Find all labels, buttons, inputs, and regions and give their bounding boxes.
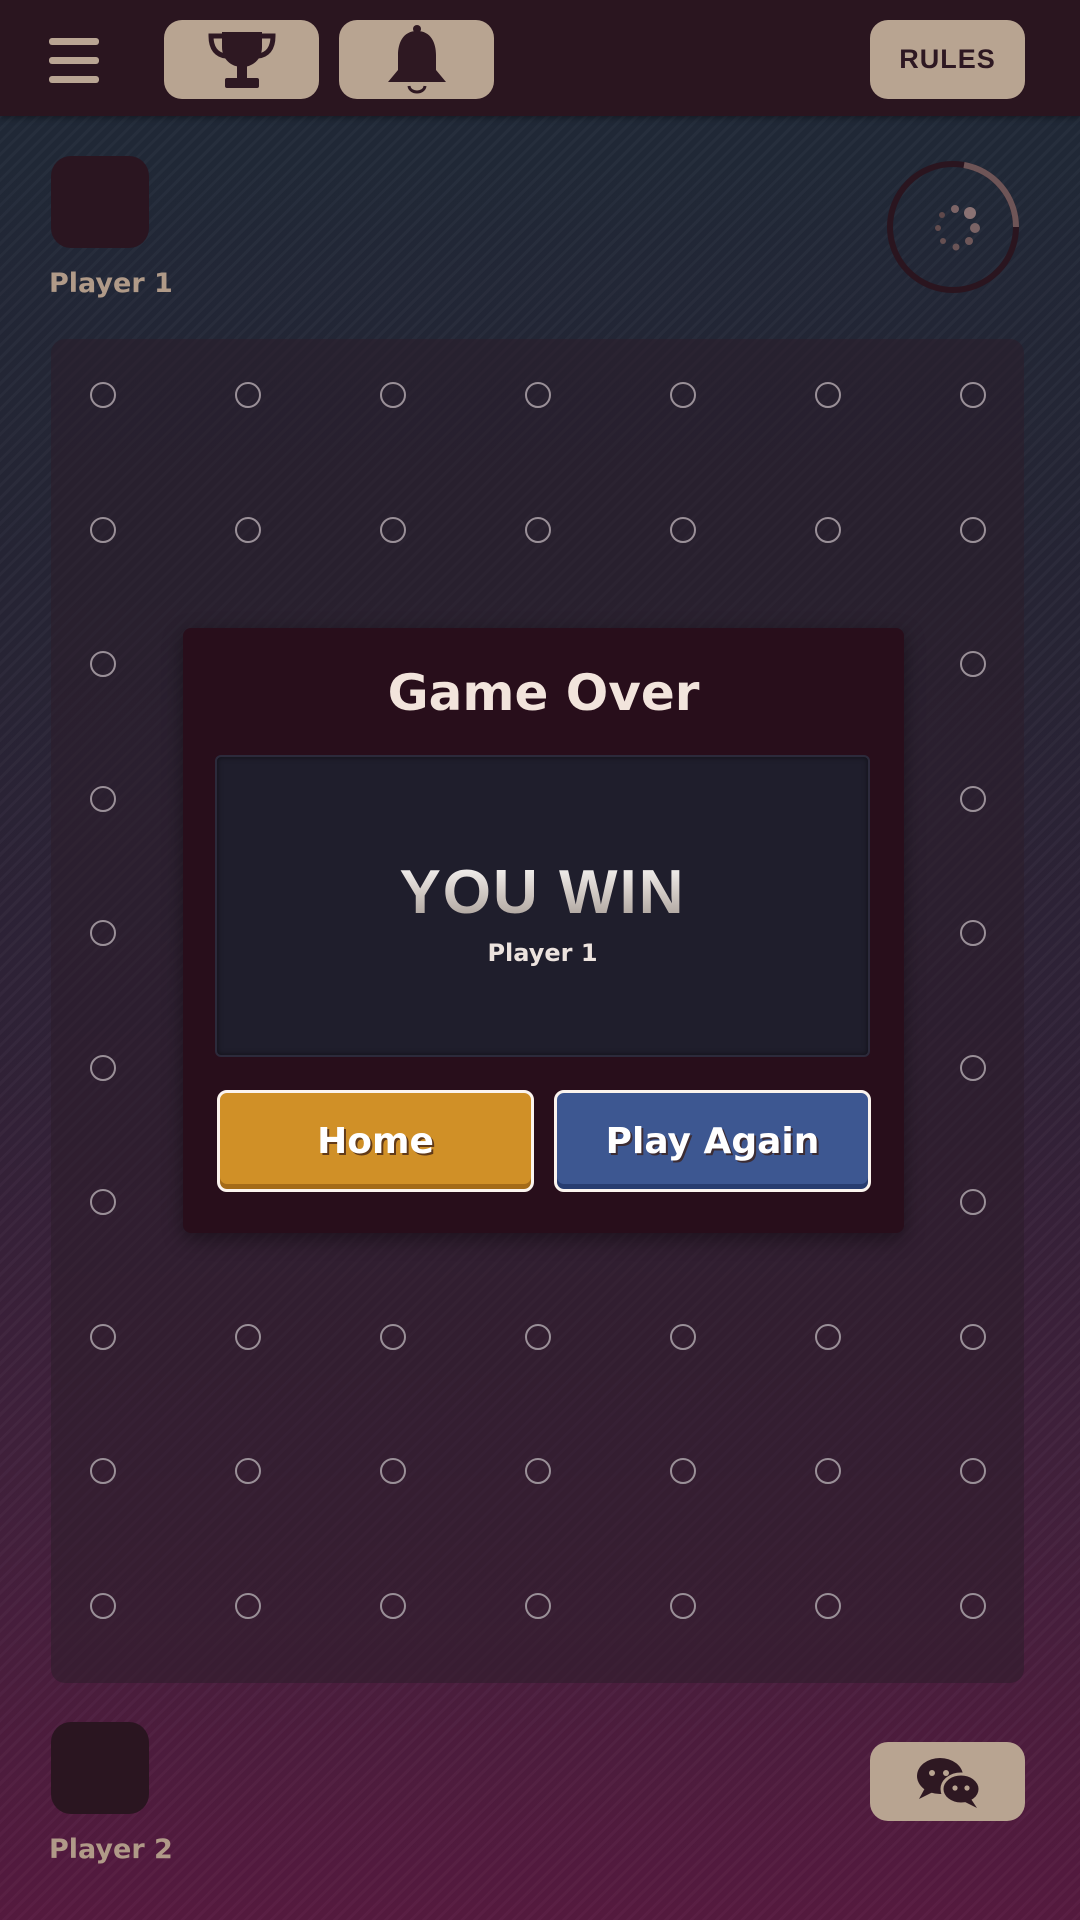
board-hole[interactable] bbox=[380, 1458, 406, 1484]
board-hole[interactable] bbox=[90, 1458, 116, 1484]
board-hole[interactable] bbox=[380, 1592, 406, 1619]
board-hole[interactable] bbox=[815, 1592, 841, 1619]
board-hole[interactable] bbox=[670, 1458, 696, 1484]
loading-spinner-icon bbox=[887, 161, 1019, 293]
board-hole[interactable] bbox=[235, 1592, 261, 1619]
board-hole[interactable] bbox=[380, 382, 406, 408]
player-1-name: Player 1 bbox=[49, 268, 173, 299]
turn-timer bbox=[886, 160, 1020, 294]
board-hole[interactable] bbox=[90, 1323, 116, 1350]
board-hole[interactable] bbox=[960, 1458, 986, 1484]
dialog-title: Game Over bbox=[387, 664, 700, 722]
menu-icon[interactable] bbox=[49, 38, 99, 84]
board-hole[interactable] bbox=[670, 1323, 696, 1350]
board-hole[interactable] bbox=[90, 920, 116, 946]
chat-bubbles-icon bbox=[916, 1757, 981, 1808]
board-hole[interactable] bbox=[235, 516, 261, 543]
board-hole[interactable] bbox=[960, 651, 986, 677]
rules-button[interactable]: RULES bbox=[870, 20, 1025, 99]
board-hole[interactable] bbox=[90, 785, 116, 812]
board-hole[interactable] bbox=[525, 516, 551, 543]
board-hole[interactable] bbox=[960, 920, 986, 946]
board-hole[interactable] bbox=[960, 1592, 986, 1619]
trophy-icon bbox=[207, 31, 276, 88]
board-hole[interactable] bbox=[960, 516, 986, 543]
board-hole[interactable] bbox=[235, 1458, 261, 1484]
board-hole[interactable] bbox=[525, 382, 551, 408]
winner-name: Player 1 bbox=[487, 939, 598, 967]
board-hole[interactable] bbox=[815, 1323, 841, 1350]
board-hole[interactable] bbox=[90, 1054, 116, 1081]
board-hole[interactable] bbox=[90, 382, 116, 408]
top-bar: RULES bbox=[0, 0, 1080, 116]
play-again-button[interactable]: Play Again bbox=[554, 1090, 871, 1192]
board-hole[interactable] bbox=[380, 1323, 406, 1350]
board-hole[interactable] bbox=[525, 1592, 551, 1619]
board-hole[interactable] bbox=[960, 1323, 986, 1350]
board-hole[interactable] bbox=[960, 1189, 986, 1215]
player-2-avatar bbox=[51, 1722, 149, 1814]
trophy-button[interactable] bbox=[164, 20, 319, 99]
chat-button[interactable] bbox=[870, 1742, 1025, 1821]
player-1-avatar bbox=[51, 156, 149, 248]
board-hole[interactable] bbox=[525, 1458, 551, 1484]
board-hole[interactable] bbox=[235, 1323, 261, 1350]
board-hole[interactable] bbox=[670, 1592, 696, 1619]
board-hole[interactable] bbox=[815, 382, 841, 408]
board-hole[interactable] bbox=[90, 651, 116, 677]
board-hole[interactable] bbox=[670, 382, 696, 408]
board-hole[interactable] bbox=[670, 516, 696, 543]
board-hole[interactable] bbox=[960, 785, 986, 812]
bell-icon bbox=[387, 24, 446, 93]
board-hole[interactable] bbox=[90, 1189, 116, 1215]
board-hole[interactable] bbox=[380, 516, 406, 543]
result-panel: YOU WIN Player 1 bbox=[215, 755, 870, 1057]
result-text: YOU WIN bbox=[217, 857, 868, 928]
board-hole[interactable] bbox=[960, 1054, 986, 1081]
board-hole[interactable] bbox=[815, 1458, 841, 1484]
board-hole[interactable] bbox=[235, 382, 261, 408]
board-hole[interactable] bbox=[960, 382, 986, 408]
board-hole[interactable] bbox=[815, 516, 841, 543]
notifications-button[interactable] bbox=[339, 20, 494, 99]
board-hole[interactable] bbox=[90, 516, 116, 543]
board-hole[interactable] bbox=[90, 1592, 116, 1619]
home-button[interactable]: Home bbox=[217, 1090, 534, 1192]
game-over-dialog: Game Over YOU WIN Player 1 Home Play Aga… bbox=[183, 628, 904, 1233]
board-hole[interactable] bbox=[525, 1323, 551, 1350]
player-2-name: Player 2 bbox=[49, 1834, 173, 1865]
